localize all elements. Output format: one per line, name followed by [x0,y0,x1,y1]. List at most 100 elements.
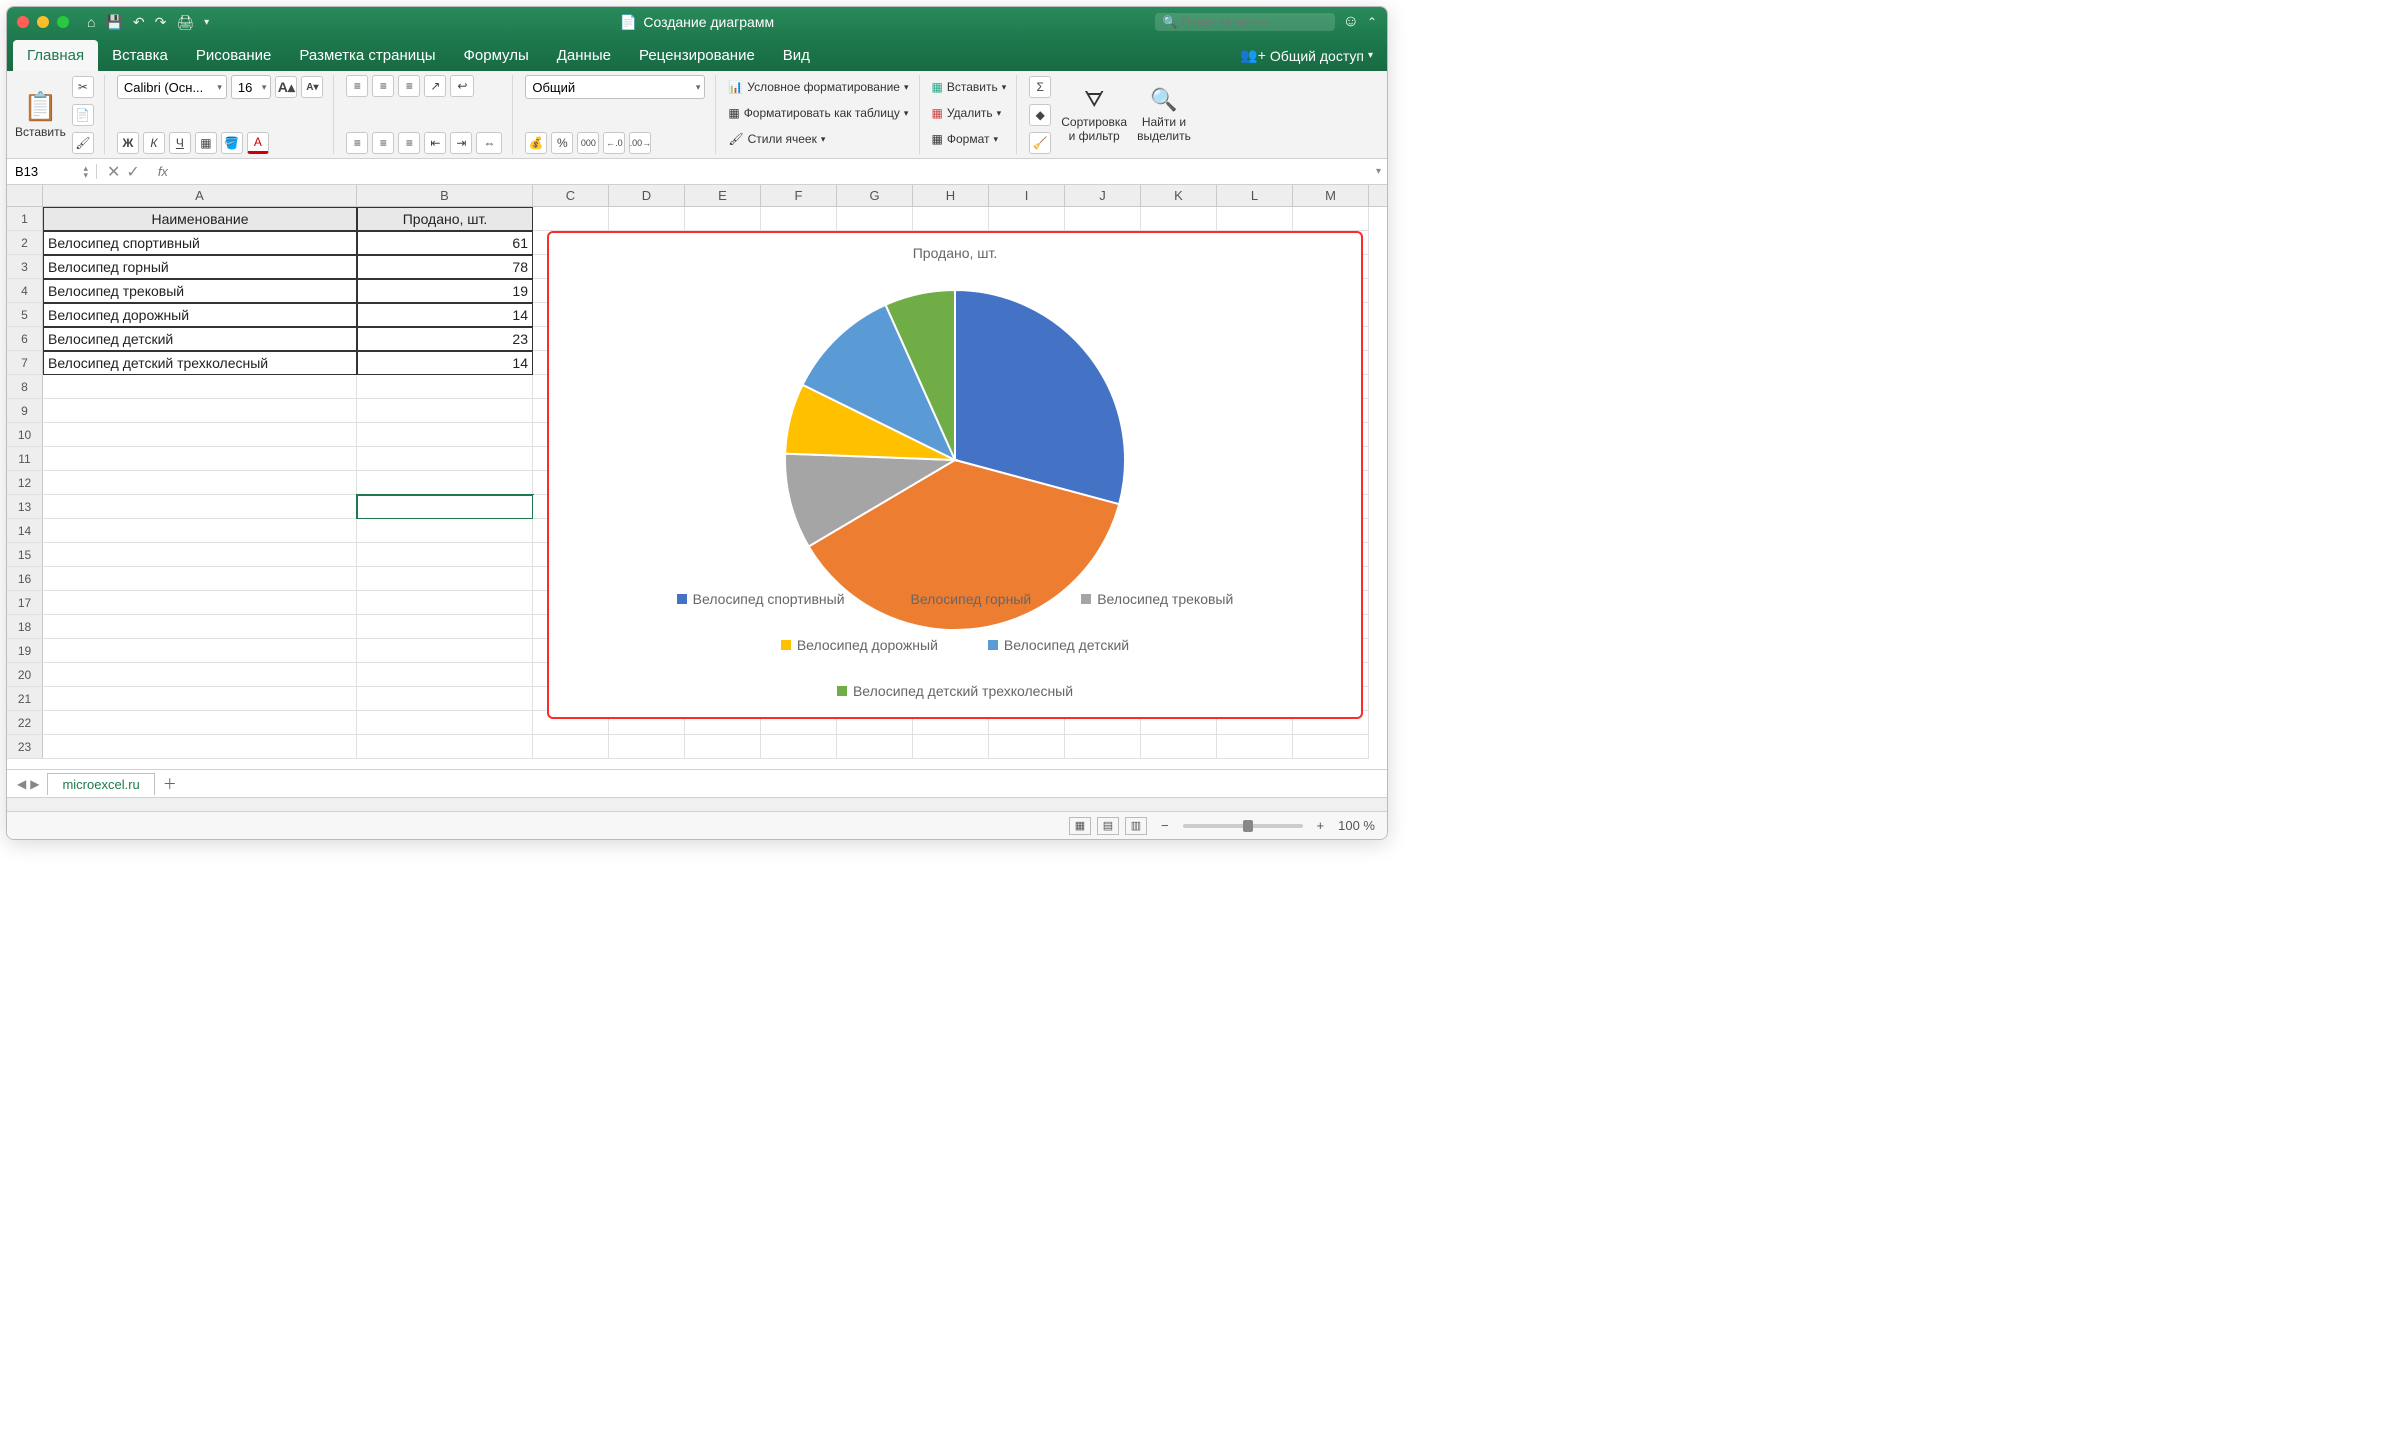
cell[interactable]: Велосипед спортивный [43,231,357,255]
cell[interactable] [43,519,357,543]
cell[interactable] [43,687,357,711]
align-bottom-button[interactable]: ≡ [398,75,420,97]
row-header[interactable]: 2 [7,231,43,255]
print-icon[interactable]: 🖨 [176,14,194,31]
fill-button[interactable]: ◆ [1029,104,1051,126]
zoom-out-button[interactable]: − [1161,818,1169,833]
redo-icon[interactable]: ↷ [155,14,167,31]
find-select-button[interactable]: 🔍 Найти и выделить [1137,87,1191,143]
wrap-text-button[interactable]: ↩ [450,75,474,97]
cell[interactable]: 19 [357,279,533,303]
number-format-select[interactable]: Общий [525,75,705,99]
row-header[interactable]: 8 [7,375,43,399]
cell[interactable]: 61 [357,231,533,255]
font-name-select[interactable]: Calibri (Осн... [117,75,227,99]
tab-home[interactable]: Главная [13,40,98,71]
cell[interactable] [913,207,989,231]
cell[interactable] [357,447,533,471]
cell[interactable]: Велосипед детский [43,327,357,351]
align-middle-button[interactable]: ≡ [372,75,394,97]
cancel-formula-button[interactable]: ✕ [107,162,120,182]
page-layout-view-button[interactable]: ▤ [1097,817,1119,835]
col-header-H[interactable]: H [913,185,989,206]
cell[interactable] [609,735,685,759]
select-all-corner[interactable] [7,185,43,206]
italic-button[interactable]: К [143,132,165,154]
row-header[interactable]: 15 [7,543,43,567]
share-button[interactable]: 👥+ Общий доступ ▾ [1226,40,1387,71]
cell[interactable] [43,399,357,423]
cell[interactable] [43,495,357,519]
cell[interactable] [43,711,357,735]
normal-view-button[interactable]: ▦ [1069,817,1091,835]
row-header[interactable]: 7 [7,351,43,375]
col-header-L[interactable]: L [1217,185,1293,206]
cell[interactable] [43,615,357,639]
cell[interactable] [43,447,357,471]
border-button[interactable]: ▦ [195,132,217,154]
currency-button[interactable]: 💰 [525,132,547,154]
formula-input[interactable]: fx [150,164,1370,179]
cell[interactable] [357,591,533,615]
row-header[interactable]: 20 [7,663,43,687]
name-box[interactable]: B13 ▴▾ [7,164,97,179]
cell[interactable]: Велосипед трековый [43,279,357,303]
row-header[interactable]: 3 [7,255,43,279]
tab-data[interactable]: Данные [543,40,625,71]
cell[interactable] [43,543,357,567]
close-window-button[interactable] [17,16,29,28]
cell[interactable] [357,399,533,423]
merge-button[interactable]: ⇔ [476,132,502,154]
tab-layout[interactable]: Разметка страницы [285,40,449,71]
sheet-tab[interactable]: microexcel.ru [47,773,154,795]
cell[interactable] [533,207,609,231]
cell[interactable]: Велосипед детский трехколесный [43,351,357,375]
col-header-M[interactable]: M [1293,185,1369,206]
orientation-button[interactable]: ↗ [424,75,446,97]
row-header[interactable]: 17 [7,591,43,615]
underline-button[interactable]: Ч [169,132,191,154]
cell[interactable] [357,495,533,519]
cell[interactable] [357,543,533,567]
cell[interactable] [43,639,357,663]
row-header[interactable]: 19 [7,639,43,663]
add-sheet-button[interactable]: ＋ [163,774,177,794]
horizontal-scrollbar[interactable] [7,797,1387,811]
cell[interactable] [761,207,837,231]
row-header[interactable]: 10 [7,423,43,447]
col-header-G[interactable]: G [837,185,913,206]
cell[interactable] [1065,735,1141,759]
cell[interactable] [357,567,533,591]
bold-button[interactable]: Ж [117,132,139,154]
cell[interactable] [357,375,533,399]
col-header-E[interactable]: E [685,185,761,206]
cell[interactable]: 23 [357,327,533,351]
cell[interactable] [357,471,533,495]
cell[interactable] [609,207,685,231]
autosum-button[interactable]: Σ [1029,76,1051,98]
tab-formulas[interactable]: Формулы [449,40,542,71]
tab-draw[interactable]: Рисование [182,40,286,71]
accept-formula-button[interactable]: ✓ [126,162,139,182]
cell[interactable] [1217,735,1293,759]
clear-button[interactable]: 🧹 [1029,132,1051,154]
maximize-window-button[interactable] [57,16,69,28]
col-header-K[interactable]: K [1141,185,1217,206]
align-right-button[interactable]: ≡ [398,132,420,154]
cell[interactable] [43,567,357,591]
cell[interactable] [989,735,1065,759]
zoom-slider[interactable] [1183,824,1303,828]
cell[interactable] [1141,207,1217,231]
row-header[interactable]: 4 [7,279,43,303]
cell[interactable]: Наименование [43,207,357,231]
cell[interactable] [43,591,357,615]
format-cells-button[interactable]: ▦Формат▾ [932,127,1007,151]
format-painter-button[interactable]: 🖌 [72,132,94,154]
row-header[interactable]: 13 [7,495,43,519]
cell[interactable] [357,519,533,543]
tab-view[interactable]: Вид [769,40,824,71]
percent-button[interactable]: % [551,132,573,154]
page-break-view-button[interactable]: ▥ [1125,817,1147,835]
sort-filter-button[interactable]: ᗊ Сортировка и фильтр [1061,87,1127,143]
save-icon[interactable]: 💾 [105,14,122,31]
